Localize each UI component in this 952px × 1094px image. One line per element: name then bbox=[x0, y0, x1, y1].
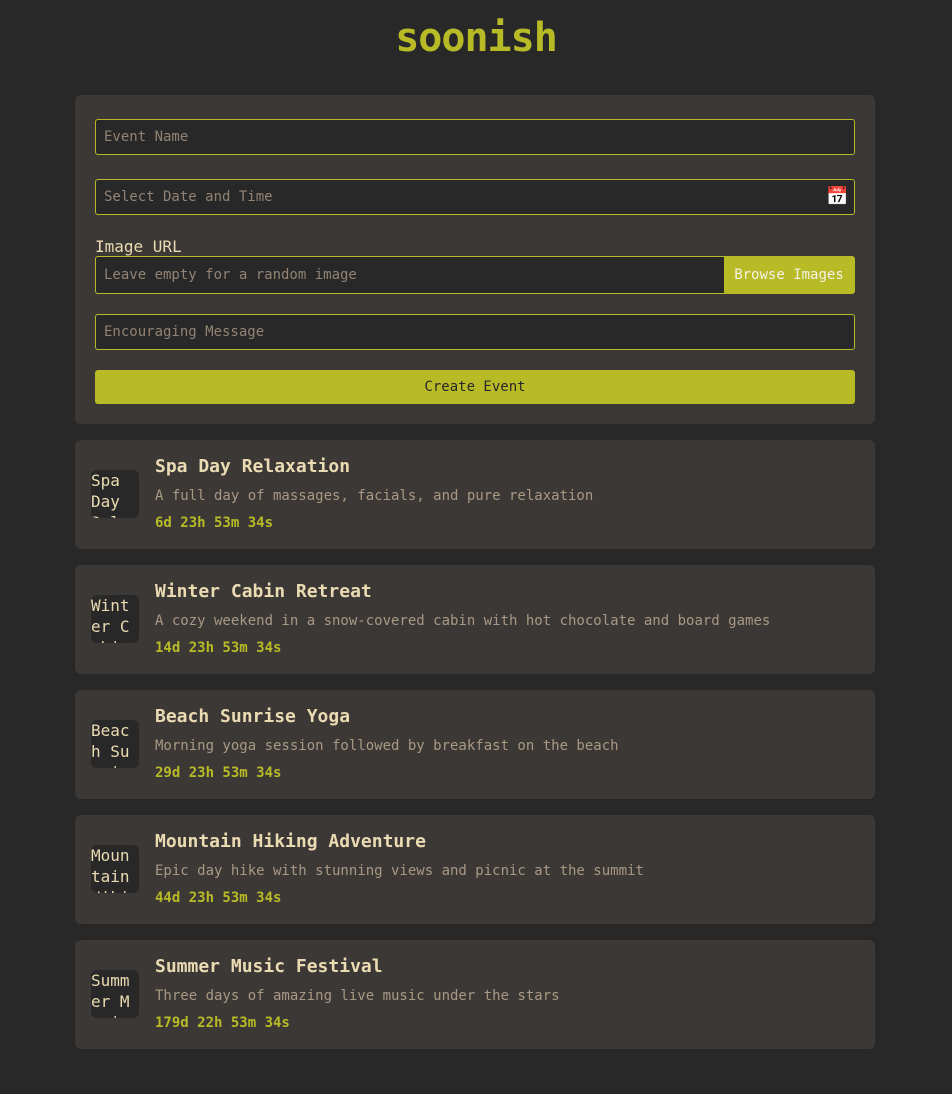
browse-images-button[interactable]: Browse Images bbox=[724, 257, 854, 293]
event-card[interactable]: Mountain Hiking Adventure Mountain Hikin… bbox=[75, 815, 875, 924]
event-name: Summer Music Festival bbox=[155, 956, 383, 977]
event-thumbnail: Summer Music Festival bbox=[91, 970, 139, 1018]
event-countdown: 14d 23h 53m 34s bbox=[155, 640, 282, 656]
calendar-icon[interactable]: 📅 bbox=[826, 187, 848, 207]
event-name: Beach Sunrise Yoga bbox=[155, 706, 351, 727]
app-title: soonish bbox=[395, 15, 558, 61]
image-url-input[interactable] bbox=[96, 257, 724, 293]
event-card[interactable]: Spa Day Relaxation Spa Day Relaxation A … bbox=[75, 440, 875, 549]
event-card[interactable]: Winter Cabin Retreat Winter Cabin Retrea… bbox=[75, 565, 875, 674]
event-name-input[interactable] bbox=[96, 120, 854, 154]
event-name: Spa Day Relaxation bbox=[155, 456, 351, 477]
message-field[interactable] bbox=[95, 314, 855, 350]
event-thumbnail: Winter Cabin Retreat bbox=[91, 595, 139, 643]
event-name: Winter Cabin Retreat bbox=[155, 581, 372, 602]
event-description: A full day of massages, facials, and pur… bbox=[155, 488, 594, 504]
event-countdown: 44d 23h 53m 34s bbox=[155, 890, 282, 906]
event-countdown: 179d 22h 53m 34s bbox=[155, 1015, 290, 1031]
event-thumbnail: Mountain Hiking Adventure bbox=[91, 845, 139, 893]
event-description: Morning yoga session followed by breakfa… bbox=[155, 738, 619, 754]
event-description: Epic day hike with stunning views and pi… bbox=[155, 863, 644, 879]
image-url-label: Image URL bbox=[95, 237, 182, 256]
event-description: A cozy weekend in a snow-covered cabin w… bbox=[155, 613, 771, 629]
event-name: Mountain Hiking Adventure bbox=[155, 831, 426, 852]
event-description: Three days of amazing live music under t… bbox=[155, 988, 560, 1004]
event-countdown: 6d 23h 53m 34s bbox=[155, 515, 274, 531]
event-countdown: 29d 23h 53m 34s bbox=[155, 765, 282, 781]
event-name-field[interactable] bbox=[95, 119, 855, 155]
image-url-row: Browse Images bbox=[95, 256, 855, 294]
event-thumbnail: Spa Day Relaxation bbox=[91, 470, 139, 518]
create-event-button[interactable]: Create Event bbox=[95, 370, 855, 404]
datetime-field[interactable]: 📅 bbox=[95, 179, 855, 215]
datetime-input[interactable] bbox=[96, 180, 854, 214]
event-thumbnail: Beach Sunrise Yoga bbox=[91, 720, 139, 768]
event-card[interactable]: Summer Music Festival Summer Music Festi… bbox=[75, 940, 875, 1049]
event-card[interactable]: Beach Sunrise Yoga Beach Sunrise Yoga Mo… bbox=[75, 690, 875, 799]
message-input[interactable] bbox=[96, 315, 854, 349]
create-event-form: 📅 Image URL Browse Images Create Event bbox=[75, 95, 875, 424]
